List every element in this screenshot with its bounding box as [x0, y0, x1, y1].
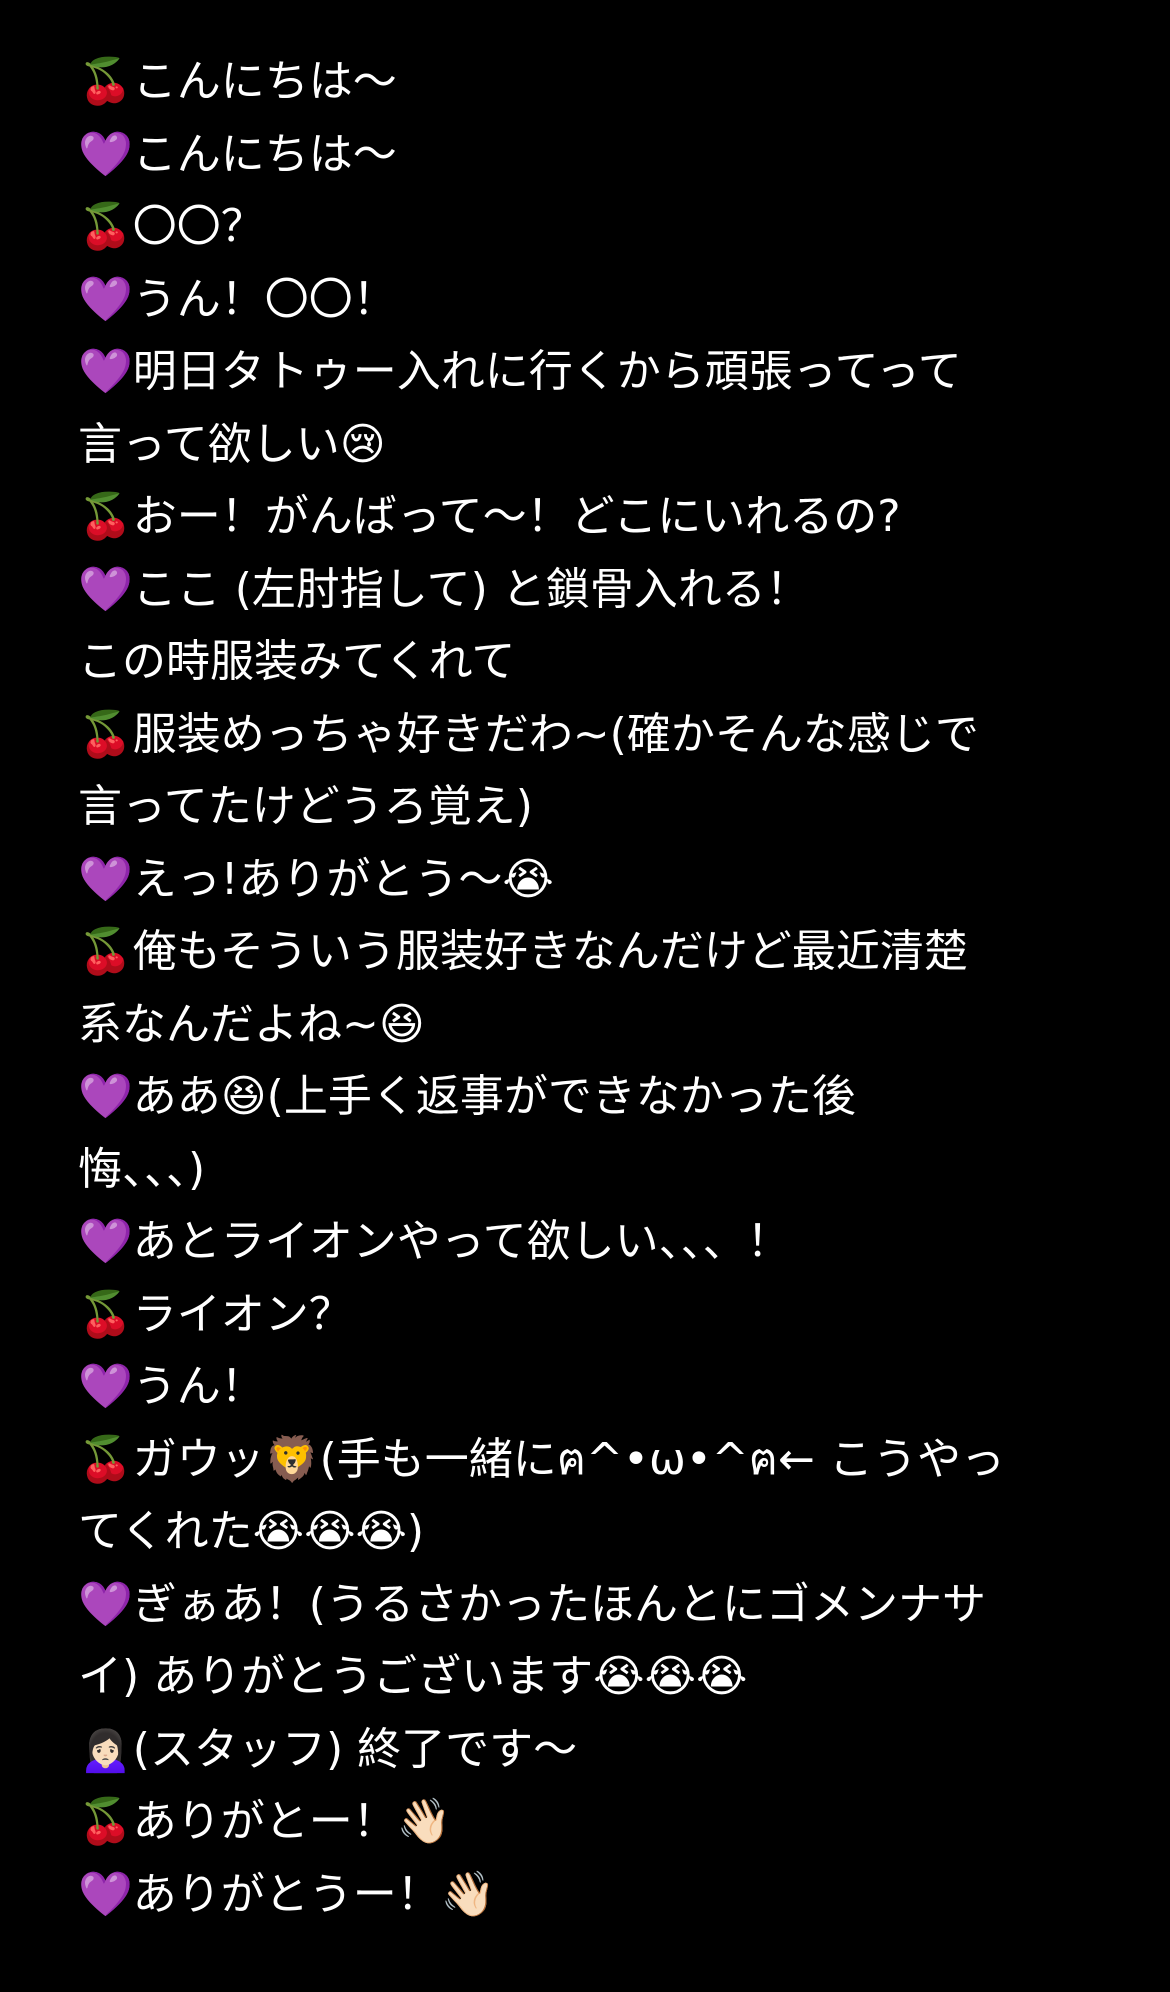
- line-1: 🍒こんにちは〜: [78, 46, 1088, 119]
- line-23: イ) ありがとうございます😭😭😭: [78, 1641, 1088, 1714]
- line-20: 🍒ガウッ🦁(手も一緒にฅ^•ω•^ฅ← こうやっ: [78, 1424, 1088, 1497]
- line-22: 💜ぎぁあ！(うるさかったほんとにゴメンナサ: [78, 1569, 1088, 1642]
- line-12: 💜えっ!ありがとう〜😭: [78, 844, 1088, 917]
- line-text: 🙍🏻‍♀️(スタッフ) 終了です〜: [78, 1723, 578, 1775]
- line-15: 💜ああ😆(上手く返事ができなかった後: [78, 1061, 1088, 1134]
- line-10: 🍒服装めっちゃ好きだわ~(確かそんな感じで: [78, 699, 1088, 772]
- line-text: 🍒〇〇？: [78, 201, 265, 252]
- line-text: イ) ありがとうございます😭😭😭: [78, 1651, 748, 1702]
- line-text: 💜えっ!ありがとう〜😭: [78, 853, 554, 905]
- line-text: この時服装みてくれて: [78, 636, 516, 687]
- line-text: 🍒ありがとー！👋🏻: [78, 1796, 452, 1847]
- line-6: 言って欲しい😢: [78, 409, 1088, 482]
- line-text: 💜ああ😆(上手く返事ができなかった後: [78, 1071, 856, 1122]
- line-5: 💜明日タトゥー入れに行くから頑張ってって: [78, 336, 1088, 409]
- line-text: 🍒こんにちは〜: [78, 56, 397, 107]
- line-text: 系なんだよね~😆: [78, 998, 425, 1050]
- line-text: てくれた😭😭😭): [78, 1506, 425, 1557]
- line-16: 悔、、、): [78, 1134, 1088, 1207]
- line-13: 🍒俺もそういう服装好きなんだけど最近清楚: [78, 916, 1088, 989]
- line-18: 🍒ライオン？: [78, 1279, 1088, 1352]
- line-25: 🍒ありがとー！👋🏻: [78, 1786, 1088, 1859]
- line-17: 💜あとライオンやって欲しい、、、！: [78, 1206, 1088, 1279]
- line-4: 💜うん！〇〇！: [78, 264, 1088, 337]
- line-19: 💜うん！: [78, 1351, 1088, 1424]
- line-11: 言ってたけどうろ覚え): [78, 771, 1088, 844]
- line-text: 💜あとライオンやって欲しい、、、！: [78, 1216, 791, 1267]
- line-text: 🍒俺もそういう服装好きなんだけど最近清楚: [78, 926, 968, 977]
- line-21: てくれた😭😭😭): [78, 1496, 1088, 1569]
- line-text: 言ってたけどうろ覚え): [78, 781, 533, 832]
- line-text: 🍒ガウッ🦁(手も一緒にฅ^•ω•^ฅ← こうやっ: [78, 1433, 1005, 1485]
- line-text: 💜ぎぁあ！(うるさかったほんとにゴメンナサ: [78, 1578, 986, 1630]
- line-text: 💜明日タトゥー入れに行くから頑張ってって: [78, 346, 962, 397]
- line-7: 🍒おー！がんばって～！どこにいれるの?: [78, 481, 1088, 554]
- line-text: 🍒ライオン？: [78, 1288, 353, 1340]
- line-text: 💜ありがとうー！👋🏻: [78, 1868, 496, 1920]
- line-text: 言って欲しい😢: [78, 418, 386, 470]
- line-text: 🍒おー！がんばって～！どこにいれるの?: [78, 491, 901, 542]
- line-text: 悔、、、): [78, 1143, 206, 1195]
- line-text: 🍒服装めっちゃ好きだわ~(確かそんな感じで: [78, 708, 979, 760]
- line-24: 🙍🏻‍♀️(スタッフ) 終了です〜: [78, 1714, 1088, 1787]
- line-2: 💜こんにちは〜: [78, 119, 1088, 192]
- line-text: 💜うん！: [78, 1361, 265, 1412]
- line-text: 💜こんにちは〜: [78, 128, 397, 180]
- line-3: 🍒〇〇？: [78, 191, 1088, 264]
- line-9: この時服装みてくれて: [78, 626, 1088, 699]
- line-text: 💜ここ (左肘指して) と鎖骨入れる！: [78, 563, 810, 615]
- note-text: 🍒こんにちは〜 💜こんにちは〜 🍒〇〇？ 💜うん！〇〇！ 💜明日タトゥー入れに行…: [78, 46, 1088, 1931]
- line-text: 💜うん！〇〇！: [78, 273, 397, 325]
- line-14: 系なんだよね~😆: [78, 989, 1088, 1062]
- line-26: 💜ありがとうー！👋🏻: [78, 1859, 1088, 1932]
- line-8: 💜ここ (左肘指して) と鎖骨入れる！: [78, 554, 1088, 627]
